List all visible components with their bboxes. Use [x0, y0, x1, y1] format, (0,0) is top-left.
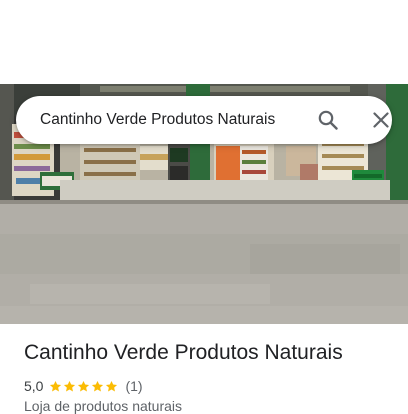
review-count[interactable]: (1) [125, 378, 142, 394]
rating-stars [49, 380, 119, 393]
search-icon[interactable] [316, 108, 340, 132]
place-title: Cantinho Verde Produtos Naturais [24, 341, 343, 364]
rating-value: 5,0 [24, 378, 44, 394]
place-info-panel[interactable]: Cantinho Verde Produtos Naturais 5,0 (1)… [0, 324, 408, 414]
star-icon [92, 380, 104, 391]
star-icon [64, 380, 76, 391]
place-category: Loja de produtos naturais [24, 398, 182, 414]
star-icon [106, 380, 118, 391]
search-bar[interactable]: Cantinho Verde Produtos Naturais [16, 96, 392, 144]
blank-header-area [0, 0, 408, 84]
search-query-text[interactable]: Cantinho Verde Produtos Naturais [40, 96, 275, 144]
rating-row[interactable]: 5,0 (1) [24, 376, 143, 396]
close-icon[interactable] [369, 108, 393, 132]
star-icon [78, 380, 90, 391]
star-icon [50, 380, 62, 391]
